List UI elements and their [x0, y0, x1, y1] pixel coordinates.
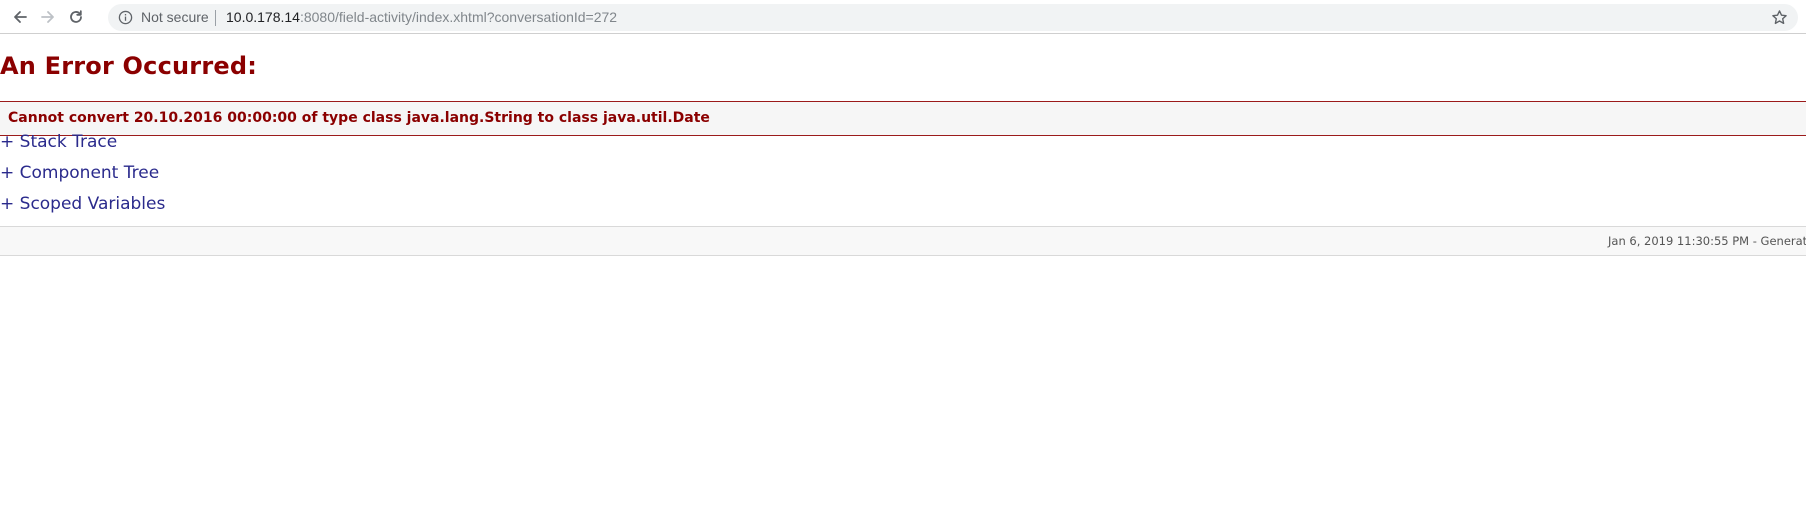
url-text[interactable]: 10.0.178.14:8080/field-activity/index.xh… — [226, 9, 617, 26]
browser-toolbar: Not secure 10.0.178.14:8080/field-activi… — [0, 0, 1806, 34]
forward-button[interactable] — [36, 5, 60, 29]
scoped-variables-toggle[interactable]: + Scoped Variables — [0, 194, 165, 214]
error-banner: Cannot convert 20.10.2016 00:00:00 of ty… — [0, 101, 1806, 136]
url-host: 10.0.178.14 — [226, 9, 300, 25]
stack-trace-toggle[interactable]: + Stack Trace — [0, 132, 117, 152]
address-bar[interactable]: Not secure 10.0.178.14:8080/field-activi… — [108, 4, 1798, 31]
forward-arrow-icon — [41, 11, 54, 23]
info-icon[interactable] — [118, 10, 133, 25]
back-arrow-icon — [14, 11, 27, 23]
reload-icon — [70, 10, 82, 23]
component-tree-toggle[interactable]: + Component Tree — [0, 163, 159, 183]
error-message: Cannot convert 20.10.2016 00:00:00 of ty… — [8, 110, 710, 126]
omnibox-divider — [215, 10, 216, 26]
footer-bar: Jan 6, 2019 11:30:55 PM - Generat — [0, 226, 1806, 256]
security-status-label[interactable]: Not secure — [141, 9, 209, 26]
page-title: An Error Occurred: — [0, 52, 258, 80]
back-button[interactable] — [8, 5, 32, 29]
star-icon[interactable] — [1771, 9, 1788, 26]
url-path: :8080/field-activity/index.xhtml?convers… — [299, 9, 618, 25]
footer-timestamp: Jan 6, 2019 11:30:55 PM - Generat — [1608, 234, 1806, 248]
reload-button[interactable] — [64, 5, 88, 29]
